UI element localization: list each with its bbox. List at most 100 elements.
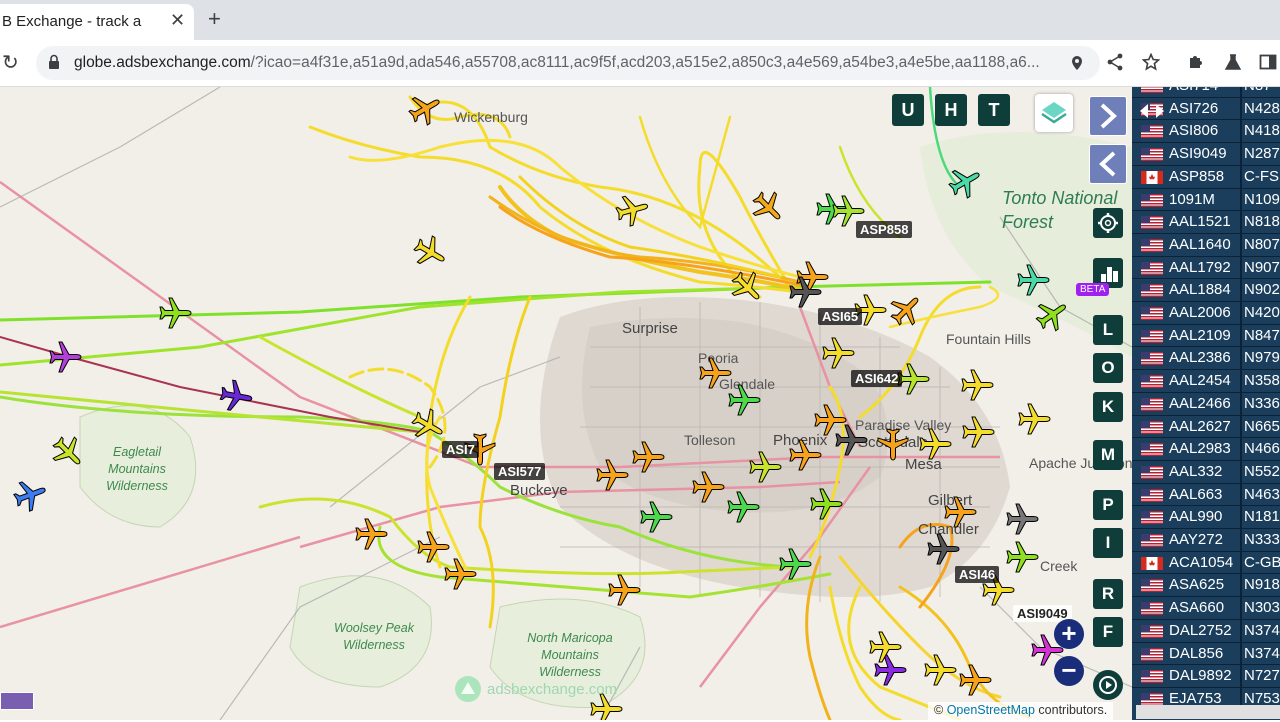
toggle-p-button[interactable]: P <box>1093 490 1123 520</box>
zoom-in-button[interactable]: + <box>1054 619 1084 649</box>
aircraft-icon[interactable] <box>157 295 193 331</box>
aircraft-label[interactable]: ASP858 <box>856 221 913 238</box>
extensions-puzzle-icon[interactable] <box>1187 53 1205 71</box>
aircraft-icon[interactable] <box>957 662 993 698</box>
reload-icon[interactable]: ↻ <box>2 50 19 75</box>
aircraft-icon[interactable] <box>867 629 903 665</box>
table-row[interactable]: ASA625 N918 <box>1132 573 1280 598</box>
table-row[interactable]: AAL2386 N979 <box>1132 346 1280 371</box>
aircraft-icon[interactable] <box>960 414 996 450</box>
table-row[interactable]: AAL663 N463 <box>1132 482 1280 507</box>
aircraft-icon[interactable] <box>353 516 389 552</box>
aircraft-label[interactable]: ASI46 <box>955 566 1000 583</box>
aircraft-icon[interactable] <box>959 367 995 403</box>
toggle-t-button[interactable]: T <box>978 94 1010 126</box>
aircraft-label[interactable]: ASI577 <box>494 463 546 480</box>
new-tab-icon[interactable]: + <box>208 6 221 32</box>
wilderness-eagletail: Eagletail Mountains Wilderness <box>106 445 168 493</box>
side-panel-icon[interactable] <box>1259 53 1277 71</box>
table-row[interactable]: ASA660 N303 <box>1132 596 1280 621</box>
aircraft-icon[interactable] <box>917 426 953 462</box>
table-row[interactable]: ASP858 C-FS <box>1132 164 1280 189</box>
table-row[interactable]: ACA1054 C-GB <box>1132 550 1280 575</box>
aircraft-icon[interactable] <box>725 489 761 525</box>
toggle-o-button[interactable]: O <box>1093 353 1123 383</box>
lab-flask-icon[interactable] <box>1224 53 1242 71</box>
active-tab[interactable]: B Exchange - track a ✕ <box>0 4 194 40</box>
flight-map[interactable]: Wickenburg Surprise Peoria Glendale Para… <box>0 87 1132 720</box>
table-row[interactable]: AAL2109 N847 <box>1132 323 1280 348</box>
share-icon[interactable] <box>1106 53 1124 71</box>
table-row[interactable]: AAL1792 N907 <box>1132 255 1280 280</box>
aircraft-icon[interactable] <box>820 335 856 371</box>
zoom-out-button[interactable]: − <box>1054 656 1084 686</box>
table-row[interactable]: AAL1521 N818 <box>1132 210 1280 235</box>
aircraft-icon[interactable] <box>777 546 813 582</box>
toggle-f-button[interactable]: F <box>1093 617 1123 647</box>
forward-button[interactable] <box>1089 96 1127 136</box>
toggle-l-button[interactable]: L <box>1093 315 1123 345</box>
aircraft-icon[interactable] <box>594 457 630 493</box>
table-row[interactable]: AAL1884 N902 <box>1132 278 1280 303</box>
toggle-h-button[interactable]: H <box>935 94 967 126</box>
aircraft-icon[interactable] <box>808 486 844 522</box>
bookmark-star-icon[interactable] <box>1142 53 1160 71</box>
toggle-u-button[interactable]: U <box>892 94 924 126</box>
aircraft-icon[interactable] <box>606 572 642 608</box>
aircraft-table[interactable]: ASI714 N87 ASI726 N428 ASI806 N418 ASI9049 N287… <box>1132 87 1280 720</box>
table-row[interactable]: AAL2983 N466 <box>1132 437 1280 462</box>
table-row[interactable]: AAL2466 N336 <box>1132 391 1280 416</box>
close-tab-icon[interactable]: ✕ <box>170 10 185 31</box>
table-row[interactable]: 1091M N109 <box>1132 187 1280 212</box>
table-scrollbar[interactable] <box>1136 705 1280 719</box>
aircraft-icon[interactable] <box>442 556 478 592</box>
table-row[interactable]: AAL2627 N665 <box>1132 414 1280 439</box>
aircraft-icon[interactable] <box>215 375 257 417</box>
toggle-i-button[interactable]: I <box>1093 528 1123 558</box>
aircraft-icon[interactable] <box>47 339 83 375</box>
aircraft-icon[interactable] <box>690 469 726 505</box>
table-row[interactable]: DAL856 N374 <box>1132 641 1280 666</box>
aircraft-icon[interactable] <box>922 652 958 688</box>
table-row[interactable]: DAL9892 N727 <box>1132 664 1280 689</box>
aircraft-icon[interactable] <box>1004 539 1040 575</box>
legend-swatch[interactable] <box>0 692 34 710</box>
table-row[interactable]: AAL990 N181 <box>1132 505 1280 530</box>
openstreetmap-link[interactable]: OpenStreetMap <box>947 703 1035 717</box>
aircraft-icon[interactable] <box>638 499 674 535</box>
table-row[interactable]: AAL1640 N807 <box>1132 232 1280 257</box>
aircraft-icon[interactable] <box>787 437 823 473</box>
back-button[interactable] <box>1089 144 1127 184</box>
aircraft-icon[interactable] <box>747 449 783 485</box>
aircraft-icon[interactable] <box>925 531 961 567</box>
aircraft-icon[interactable] <box>787 274 823 310</box>
aircraft-icon[interactable] <box>833 422 869 458</box>
aircraft-label[interactable]: ASI642 <box>851 370 903 387</box>
aircraft-icon[interactable] <box>875 426 911 462</box>
table-row[interactable]: AAL2006 N420 <box>1132 301 1280 325</box>
table-row[interactable]: AAL332 N552 <box>1132 459 1280 484</box>
settings-button[interactable] <box>1093 208 1123 238</box>
aircraft-icon[interactable] <box>942 494 978 530</box>
toggle-r-button[interactable]: R <box>1093 579 1123 609</box>
aircraft-label[interactable]: ASI65 <box>818 308 863 325</box>
aircraft-icon[interactable] <box>726 382 762 418</box>
replay-button[interactable] <box>1093 670 1123 700</box>
resize-handle[interactable] <box>1138 97 1166 125</box>
aircraft-icon[interactable] <box>1016 401 1052 437</box>
table-row[interactable]: ASI9049 N287 <box>1132 142 1280 167</box>
toggle-m-button[interactable]: M <box>1093 440 1123 470</box>
address-bar[interactable]: globe.adsbexchange.com/?icao=a4f31e,a51a… <box>36 46 1100 80</box>
location-pin-icon[interactable] <box>1070 55 1084 71</box>
toggle-k-button[interactable]: K <box>1093 392 1123 422</box>
url-host: globe.adsbexchange.com <box>74 54 251 71</box>
callsign-cell: AAL2109 <box>1169 326 1231 344</box>
table-row[interactable]: AAY272 N333 <box>1132 528 1280 552</box>
layers-button[interactable] <box>1035 94 1073 132</box>
table-row[interactable]: AAL2454 N358 <box>1132 369 1280 394</box>
table-row[interactable]: DAL2752 N374 <box>1132 618 1280 643</box>
aircraft-label[interactable]: ASI7 <box>442 441 479 458</box>
aircraft-icon[interactable] <box>1015 262 1051 298</box>
aircraft-icon[interactable] <box>1004 501 1040 537</box>
aircraft-icon[interactable] <box>630 439 666 475</box>
